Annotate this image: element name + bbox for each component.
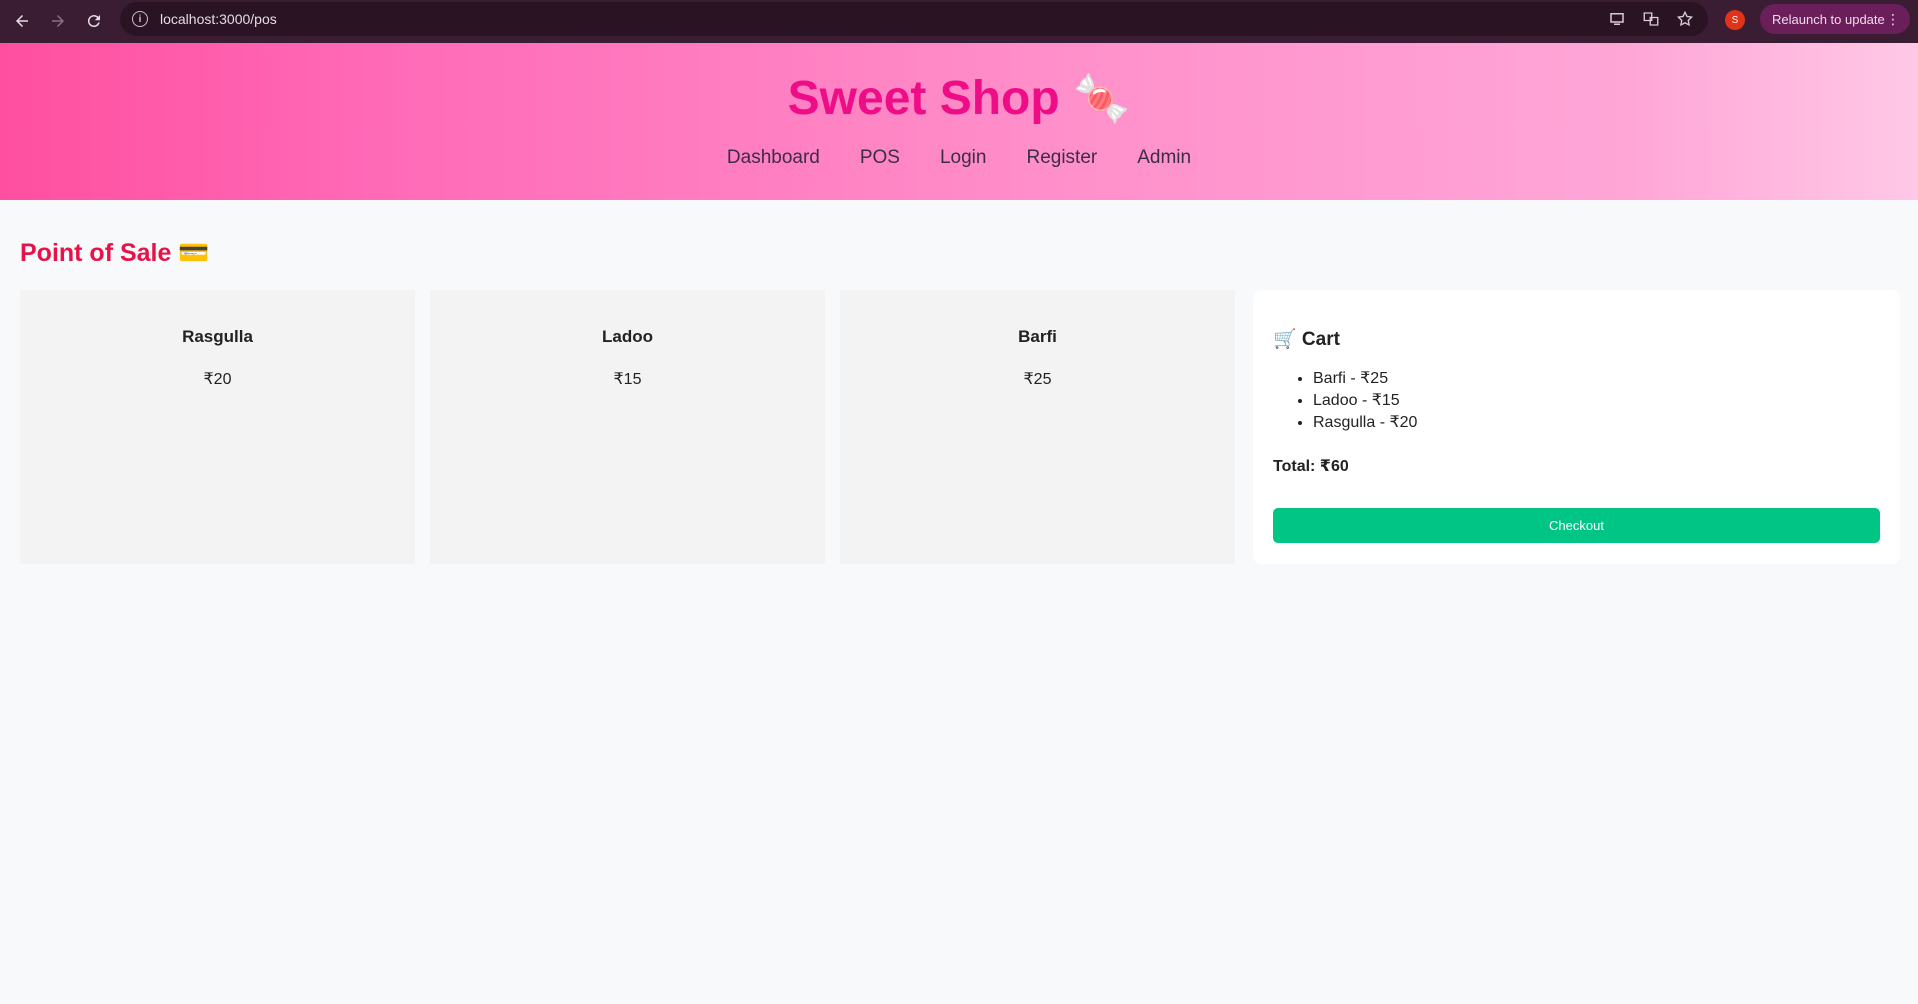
- product-card[interactable]: Rasgulla ₹20: [20, 290, 415, 564]
- reload-icon[interactable]: [76, 3, 112, 39]
- nav-link-pos[interactable]: POS: [860, 147, 900, 169]
- product-name: Rasgulla: [182, 327, 253, 346]
- cart-item: Rasgulla - ₹20: [1313, 412, 1880, 434]
- address-bar[interactable]: i localhost:3000/pos: [120, 2, 1708, 36]
- nav-link-admin[interactable]: Admin: [1137, 147, 1191, 169]
- cart-items-list: Barfi - ₹25 Ladoo - ₹15 Rasgulla - ₹20: [1313, 368, 1880, 434]
- product-card[interactable]: Barfi ₹25: [840, 290, 1235, 564]
- translate-icon[interactable]: [1642, 10, 1660, 28]
- product-card[interactable]: Ladoo ₹15: [430, 290, 825, 564]
- cart-item: Ladoo - ₹15: [1313, 390, 1880, 412]
- candy-icon: 🍬: [1073, 72, 1131, 124]
- checkout-button[interactable]: Checkout: [1273, 508, 1880, 543]
- back-arrow-icon[interactable]: [4, 3, 40, 39]
- forward-arrow-icon[interactable]: [40, 3, 76, 39]
- more-menu-icon[interactable]: ⋮: [1886, 10, 1900, 28]
- relaunch-label: Relaunch to update: [1772, 11, 1885, 27]
- site-title: Sweet Shop 🍬: [0, 71, 1918, 126]
- cart-total: Total: ₹60: [1273, 458, 1349, 475]
- product-price: ₹15: [613, 371, 642, 388]
- product-price: ₹20: [203, 371, 232, 388]
- url-text: localhost:3000/pos: [160, 11, 277, 27]
- nav-link-login[interactable]: Login: [940, 147, 987, 169]
- main-nav: Dashboard POS Login Register Admin: [0, 147, 1918, 169]
- relaunch-button[interactable]: Relaunch to update ⋮: [1760, 4, 1910, 34]
- cart-title: 🛒 Cart: [1273, 329, 1340, 350]
- cart-panel: 🛒 Cart Barfi - ₹25 Ladoo - ₹15 Rasgulla …: [1253, 290, 1900, 564]
- install-app-icon[interactable]: [1608, 10, 1626, 28]
- cart-item: Barfi - ₹25: [1313, 368, 1880, 390]
- product-price: ₹25: [1023, 371, 1052, 388]
- nav-link-dashboard[interactable]: Dashboard: [727, 147, 820, 169]
- profile-avatar[interactable]: S: [1725, 10, 1745, 30]
- site-info-icon[interactable]: i: [132, 11, 148, 27]
- site-header: Sweet Shop 🍬 Dashboard POS Login Registe…: [0, 43, 1918, 200]
- product-name: Barfi: [1018, 327, 1057, 346]
- bookmark-star-icon[interactable]: [1676, 10, 1694, 28]
- product-name: Ladoo: [602, 327, 653, 346]
- site-title-text: Sweet Shop: [787, 72, 1060, 125]
- browser-toolbar: i localhost:3000/pos S Relaunch to updat…: [0, 0, 1918, 43]
- nav-link-register[interactable]: Register: [1026, 147, 1097, 169]
- page-title: Point of Sale 💳: [20, 239, 210, 267]
